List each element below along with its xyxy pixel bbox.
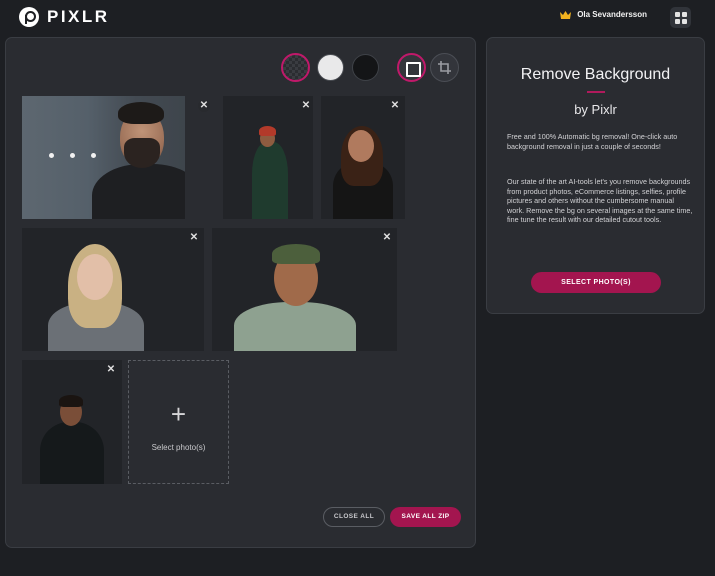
crown-icon bbox=[560, 10, 572, 19]
photo-tile-4[interactable] bbox=[22, 228, 204, 351]
info-panel: Remove Background by Pixlr Free and 100%… bbox=[486, 37, 705, 314]
pixlr-logo-icon bbox=[19, 7, 39, 27]
add-photo-label: Select photo(s) bbox=[151, 443, 206, 452]
add-photo-tile[interactable]: + Select photo(s) bbox=[128, 360, 229, 484]
background-black-option[interactable] bbox=[352, 54, 379, 81]
plus-icon: + bbox=[170, 399, 187, 429]
title-divider bbox=[587, 91, 605, 93]
photo-workspace: ✕ ✕ ✕ ✕ ✕ ✕ + Select photo(s) CLOSE ALL … bbox=[5, 37, 476, 548]
remove-photo-4-button[interactable]: ✕ bbox=[188, 232, 200, 244]
crop-icon bbox=[438, 61, 451, 74]
app-name: PIXLR bbox=[47, 7, 110, 26]
remove-photo-2-button[interactable]: ✕ bbox=[300, 100, 312, 112]
background-transparent-option[interactable] bbox=[281, 53, 310, 82]
close-all-button[interactable]: CLOSE ALL bbox=[323, 507, 385, 527]
panel-title: Remove Background bbox=[520, 66, 671, 83]
background-white-option[interactable] bbox=[317, 54, 344, 81]
description-paragraph-2: Our state of the art AI-tools let's you … bbox=[507, 177, 693, 225]
photo-tile-6[interactable] bbox=[22, 360, 122, 484]
remove-photo-1-button[interactable]: ✕ bbox=[198, 100, 210, 112]
apps-grid-icon bbox=[674, 11, 680, 17]
photo-tile-3[interactable] bbox=[321, 96, 405, 219]
processing-indicator bbox=[49, 153, 96, 158]
remove-photo-5-button[interactable]: ✕ bbox=[381, 232, 393, 244]
apps-grid-button[interactable] bbox=[670, 7, 691, 28]
remove-photo-3-button[interactable]: ✕ bbox=[389, 100, 401, 112]
description-paragraph-1: Free and 100% Automatic bg removal! One-… bbox=[507, 132, 678, 151]
photo-tile-2[interactable] bbox=[223, 96, 313, 219]
save-all-zip-button[interactable]: SAVE ALL ZIP bbox=[390, 507, 461, 527]
panel-subtitle: by Pixlr bbox=[574, 102, 617, 117]
user-name: Ola Sevandersson bbox=[577, 10, 647, 19]
photo-tile-5[interactable] bbox=[212, 228, 397, 351]
remove-photo-6-button[interactable]: ✕ bbox=[105, 364, 117, 376]
pixlr-logo[interactable]: PIXLR bbox=[19, 7, 110, 27]
crop-tool-button[interactable] bbox=[430, 53, 459, 82]
select-photos-button[interactable]: SELECT PHOTO(S) bbox=[531, 272, 661, 293]
user-account[interactable]: Ola Sevandersson bbox=[560, 10, 647, 19]
frame-tool-button[interactable] bbox=[397, 53, 426, 82]
photo-tile-1[interactable] bbox=[22, 96, 185, 219]
